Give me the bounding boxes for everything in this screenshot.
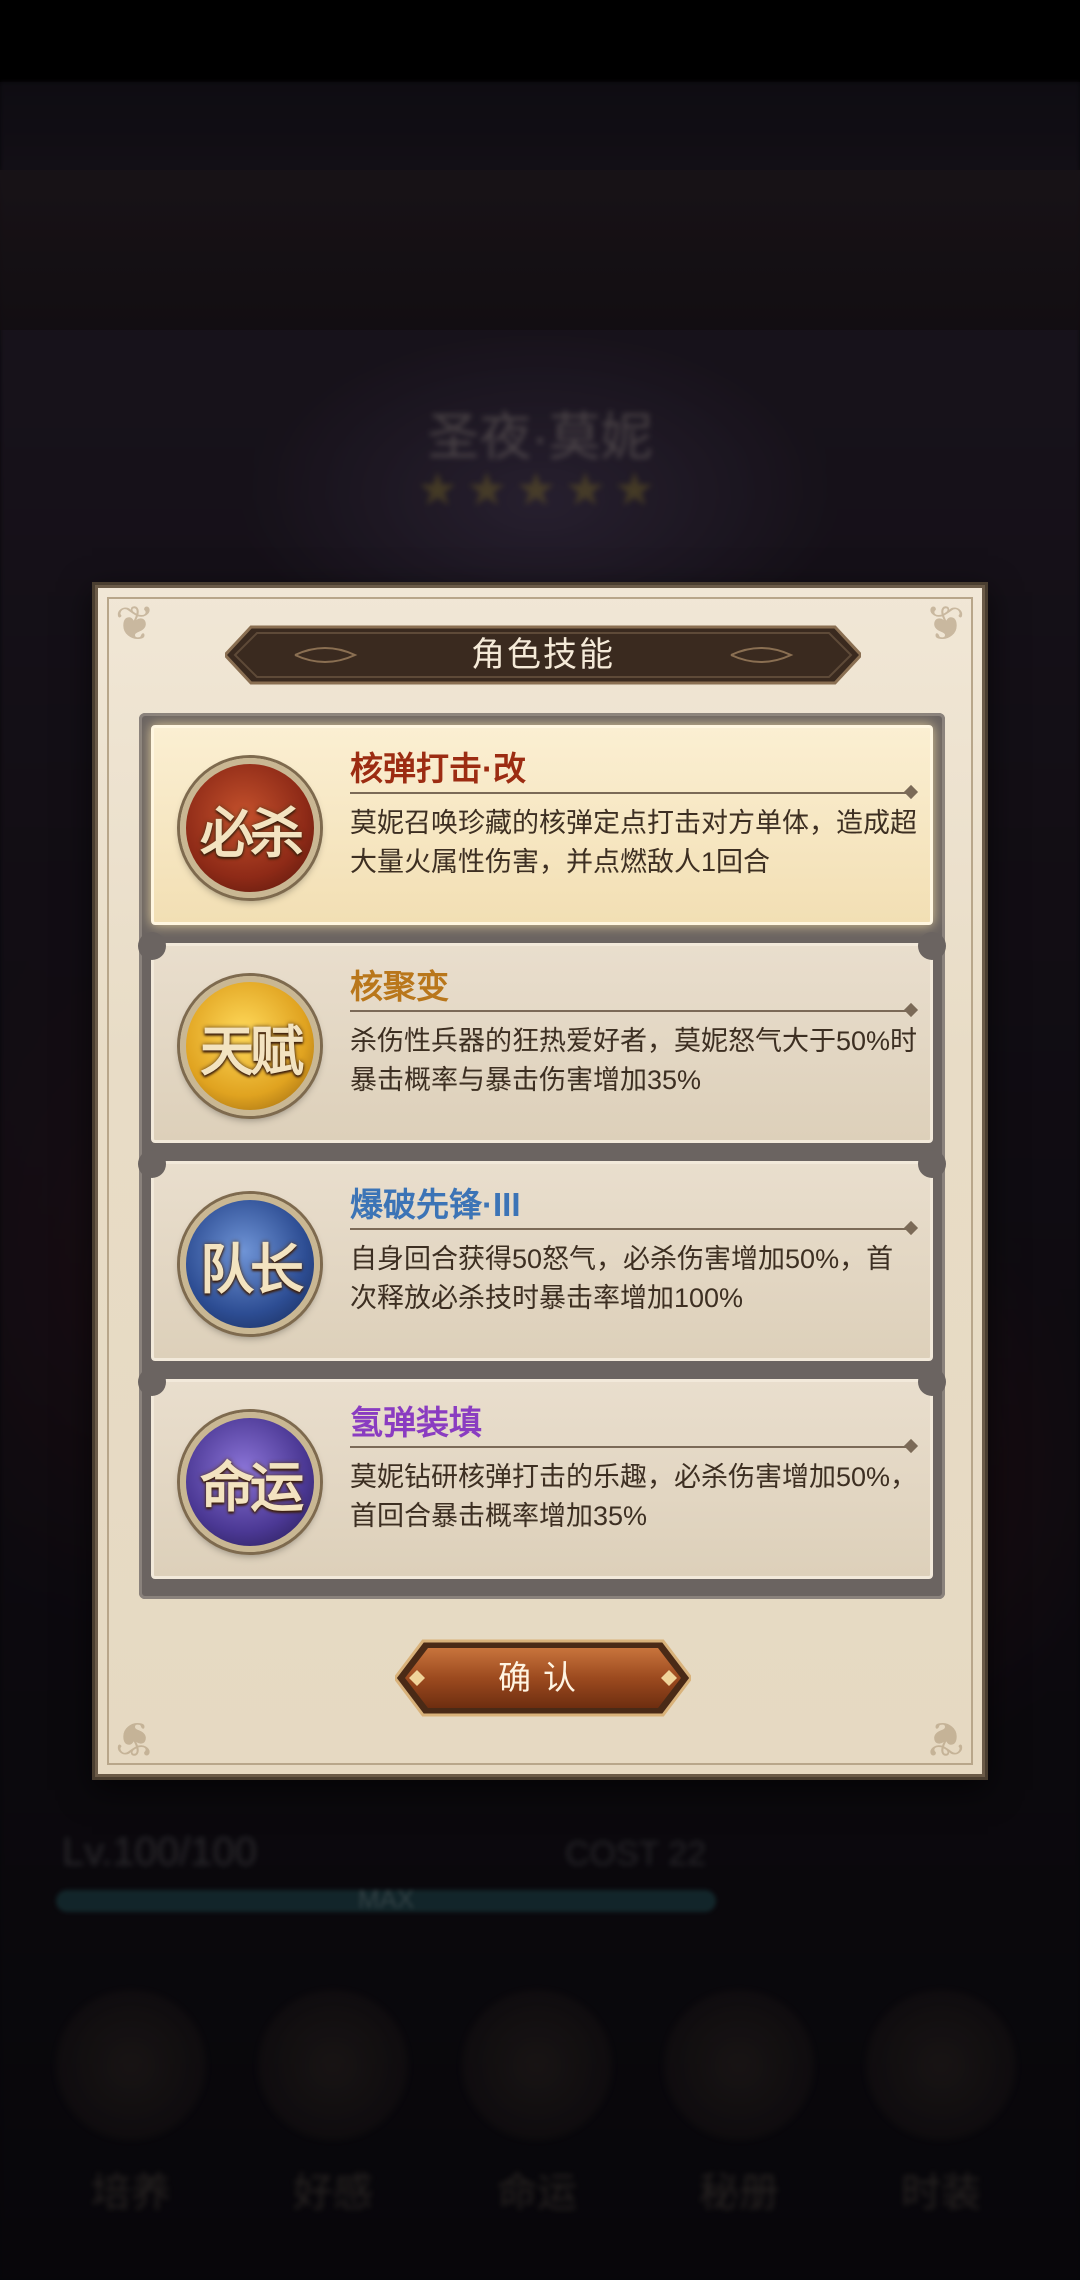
skill-name: 氢弹装填 (350, 1404, 482, 1441)
skill-divider (350, 1010, 910, 1012)
skill-name: 核聚变 (350, 968, 449, 1005)
card-notch (138, 1368, 166, 1396)
card-notch (918, 1368, 946, 1396)
corner-ornament-icon: ❦ (114, 1711, 156, 1764)
ultimate-skill-icon: 必杀 (180, 758, 320, 898)
skill-name: 爆破先锋·III (350, 1186, 521, 1223)
skill-description: 杀伤性兵器的狂热爱好者，莫妮怒气大于50%时暴击概率与暴击伤害增加35% (350, 1026, 918, 1095)
confirm-button[interactable]: 确认 (395, 1637, 691, 1719)
card-notch (918, 932, 946, 960)
skill-card-ultimate[interactable]: 必杀 核弹打击·改 莫妮召唤珍藏的核弹定点打击对方单体，造成超大量火属性伤害，并… (151, 725, 933, 925)
corner-ornament-icon: ❦ (924, 1711, 966, 1764)
talent-skill-icon: 天赋 (180, 976, 320, 1116)
skill-description: 莫妮钻研核弹打击的乐趣，必杀伤害增加50%，首回合暴击概率增加35% (350, 1462, 918, 1531)
skill-divider (350, 1446, 910, 1448)
confirm-button-label: 确认 (498, 1659, 588, 1696)
skill-card-talent[interactable]: 天赋 核聚变 杀伤性兵器的狂热爱好者，莫妮怒气大于50%时暴击概率与暴击伤害增加… (138, 932, 946, 1143)
skill-divider (350, 1228, 910, 1230)
card-notch (138, 1150, 166, 1178)
skill-card-leader[interactable]: 队长 爆破先锋·III 自身回合获得50怒气，必杀伤害增加50%，首次释放必杀技… (138, 1150, 946, 1361)
skill-icon-label: 天赋 (200, 1018, 304, 1083)
skill-divider (350, 792, 910, 794)
skill-list: 必杀 核弹打击·改 莫妮召唤珍藏的核弹定点打击对方单体，造成超大量火属性伤害，并… (138, 713, 946, 1599)
skill-icon-label: 队长 (200, 1236, 304, 1301)
dialog-title: 角色技能 (471, 636, 615, 674)
skill-description: 莫妮召唤珍藏的核弹定点打击对方单体，造成超大量火属性伤害，并点燃敌人1回合 (350, 808, 917, 877)
leader-skill-icon: 队长 (180, 1194, 320, 1334)
corner-ornament-icon: ❦ (924, 598, 966, 651)
card-notch (918, 1150, 946, 1178)
card-notch (138, 932, 166, 960)
skill-card-destiny[interactable]: 命运 氢弹装填 莫妮钻研核弹打击的乐趣，必杀伤害增加50%，首回合暴击概率增加3… (138, 1368, 946, 1579)
skill-dialog: ❦ ❦ ❦ ❦ 角色技能 必杀 核弹打击·改 莫妮召唤珍藏的核弹定点打击对方单体… (92, 582, 988, 1780)
skill-name: 核弹打击·改 (350, 750, 526, 787)
skill-description: 自身回合获得50怒气，必杀伤害增加50%，首次释放必杀技时暴击率增加100% (350, 1244, 894, 1313)
skill-icon-label: 必杀 (200, 800, 304, 865)
skill-icon-label: 命运 (200, 1454, 304, 1519)
destiny-skill-icon: 命运 (180, 1412, 320, 1552)
dialog-title-banner: 角色技能 (225, 623, 861, 687)
corner-ornament-icon: ❦ (114, 598, 156, 651)
